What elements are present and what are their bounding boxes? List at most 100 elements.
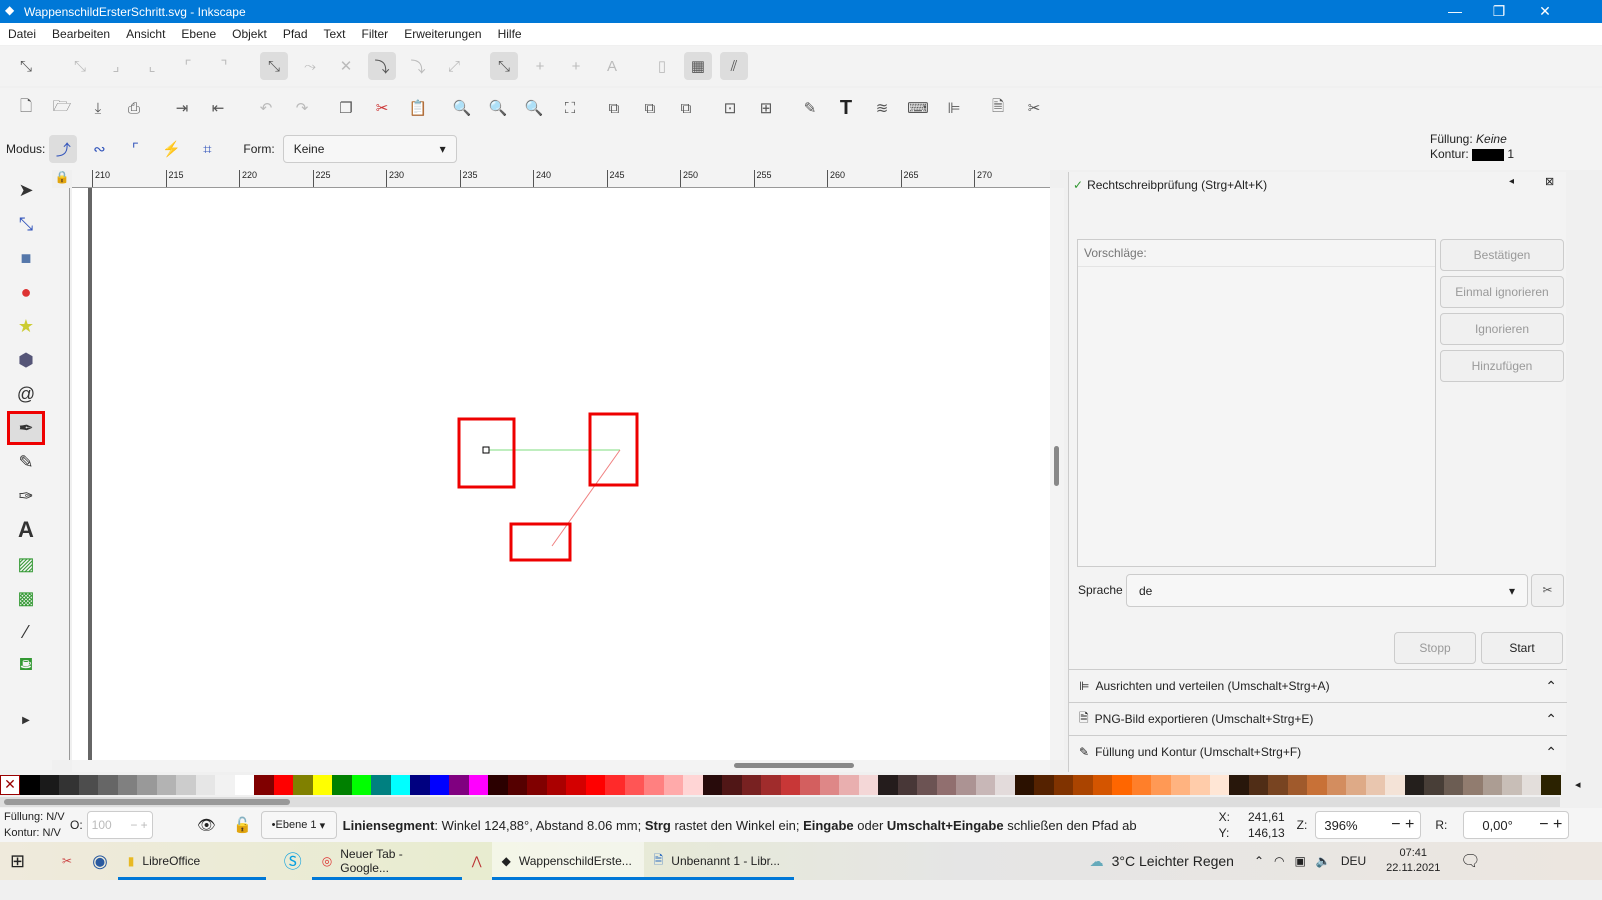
color-swatch[interactable] [215,775,235,795]
palette-scrollbar[interactable] [0,797,1560,807]
color-swatch[interactable] [624,775,644,795]
color-swatch[interactable] [507,775,527,795]
pencil-tool-icon[interactable]: ✎ [10,448,42,476]
color-swatch[interactable] [410,775,430,795]
color-swatch[interactable] [761,775,781,795]
snap-rotation-center-icon[interactable]: + [562,52,590,80]
snipping-tool-icon[interactable]: ✂ [52,842,82,880]
color-swatch[interactable] [390,775,410,795]
layer-dropdown[interactable]: •Ebene 1 ▾ [260,811,337,839]
color-swatch[interactable] [995,775,1015,795]
new-document-icon[interactable]: 🗋 [12,94,40,122]
color-swatch[interactable] [39,775,59,795]
color-swatch[interactable] [1346,775,1366,795]
color-swatch[interactable] [1287,775,1307,795]
node-tool-icon[interactable]: ⤡ [10,210,42,238]
language-settings-icon[interactable]: ✂ [1531,574,1564,607]
color-swatch[interactable] [897,775,917,795]
input-language[interactable]: DEU [1341,854,1366,868]
color-swatch[interactable] [1170,775,1190,795]
snap-intersection-icon[interactable]: ✕ [332,52,360,80]
thunderbird-icon[interactable]: ◉ [82,842,118,880]
selector-tool-icon[interactable]: ➤ [10,176,42,204]
color-swatch[interactable] [722,775,742,795]
color-swatch[interactable] [98,775,118,795]
wifi-icon[interactable]: ◠ [1274,854,1284,868]
panel-close-icon[interactable]: ⊠ [1545,175,1554,188]
snap-path-icon[interactable]: ⤳ [296,52,324,80]
copy-icon[interactable]: ❐ [332,94,360,122]
zoom-spinbox[interactable]: 396% − + [1315,811,1422,839]
maximize-button[interactable]: ❐ [1476,0,1522,23]
mode-regular-bezier-icon[interactable]: ⤴ [49,135,78,163]
color-swatch[interactable] [644,775,664,795]
color-swatch[interactable] [1268,775,1288,795]
color-swatch[interactable] [293,775,313,795]
mode-bspline-icon[interactable]: ⌜ [121,135,149,163]
color-swatch[interactable] [1463,775,1483,795]
color-swatch[interactable] [195,775,215,795]
spiral-tool-icon[interactable]: @ [10,380,42,408]
color-swatch[interactable] [1365,775,1385,795]
dock-png-export[interactable]: 🗎 PNG-Bild exportieren (Umschalt+Strg+E) ⌃ [1069,702,1567,735]
document-properties-icon[interactable]: 🗎 [984,94,1012,122]
snap-grid-icon[interactable]: ▦ [684,52,712,80]
fill-stroke-icon[interactable]: ✎ [796,94,824,122]
menu-datei[interactable]: Datei [0,27,44,41]
group-icon[interactable]: ⊡ [716,94,744,122]
snap-object-center-icon[interactable]: + [526,52,554,80]
battery-icon[interactable]: ▣ [1295,854,1306,868]
color-swatch[interactable] [332,775,352,795]
snap-toggle-icon[interactable]: ⤡ [12,52,40,80]
lock-guides-icon[interactable]: 🔒 [52,170,72,188]
undo-icon[interactable]: ↶ [252,94,280,122]
taskbar-libreoffice-writer[interactable]: 🗎 Unbenannt 1 - Libr... [643,842,794,880]
import-icon[interactable]: ⇥ [168,94,196,122]
color-swatch[interactable] [1443,775,1463,795]
menu-bearbeiten[interactable]: Bearbeiten [44,27,118,41]
chevron-up-icon[interactable]: ⌃ [1254,854,1264,868]
mode-spiro-icon[interactable]: ∾ [85,135,113,163]
color-swatch[interactable] [1502,775,1522,795]
ungroup-icon[interactable]: ⊞ [752,94,780,122]
horizontal-ruler[interactable]: 210 215 220 225 230 235 240 245 250 255 260 265 270 [72,170,1050,188]
start-button[interactable]: Start [1481,632,1563,664]
calligraphy-tool-icon[interactable]: ✑ [10,482,42,510]
stroke-swatch[interactable] [1472,148,1505,161]
visibility-eye-icon[interactable]: 👁 [193,811,221,839]
open-icon[interactable]: 🗁 [48,94,76,122]
color-swatch[interactable] [176,775,196,795]
color-swatch[interactable] [585,775,605,795]
palette-menu-icon[interactable]: ◂ [1575,778,1581,791]
color-swatch[interactable] [449,775,469,795]
text-tool-icon[interactable]: A [10,516,42,544]
snap-others-icon[interactable]: ⤡ [490,52,518,80]
more-tools-icon[interactable]: ▶ [10,706,42,734]
color-swatch[interactable] [1229,775,1249,795]
snap-page-icon[interactable]: ▯ [648,52,676,80]
color-swatch[interactable] [800,775,820,795]
color-swatch[interactable] [273,775,293,795]
mesh-tool-icon[interactable]: ▩ [10,584,42,612]
menu-filter[interactable]: Filter [354,27,397,41]
start-button[interactable]: ⊞ [0,842,52,880]
dock-align-distribute[interactable]: ⊫ Ausrichten und verteilen (Umschalt+Strg… [1069,669,1567,702]
lock-icon[interactable]: 🔓 [229,811,257,839]
color-swatch[interactable] [566,775,586,795]
color-swatch[interactable] [1053,775,1073,795]
menu-hilfe[interactable]: Hilfe [490,27,530,41]
mode-paraxial-icon[interactable]: ⌗ [193,135,221,163]
chevron-up-icon[interactable]: ⌃ [1545,678,1557,695]
zoom-page-width-icon[interactable]: ⛶ [556,94,584,122]
snap-midpoint-icon[interactable]: ⌜ [174,52,202,80]
pen-tool-icon[interactable]: ✒ [7,411,45,445]
stroke-width[interactable]: 1 [1507,147,1514,161]
color-swatch[interactable] [117,775,137,795]
menu-pfad[interactable]: Pfad [275,27,316,41]
color-swatch[interactable] [975,775,995,795]
color-swatch[interactable] [819,775,839,795]
snap-text-baseline-icon[interactable]: A [598,52,626,80]
close-button[interactable]: ✕ [1522,0,1568,23]
taskbar-libreoffice-folder[interactable]: ▮ LibreOffice [117,842,266,880]
zoom-page-icon[interactable]: 🔍 [520,94,548,122]
